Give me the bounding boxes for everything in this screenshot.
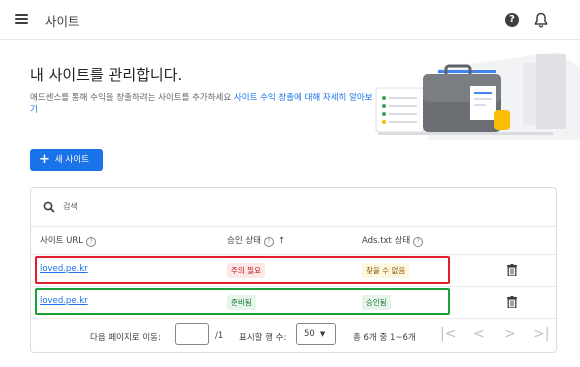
last-page-icon[interactable]: >| xyxy=(533,326,549,342)
page-number-input[interactable] xyxy=(175,323,209,345)
plus-icon: + xyxy=(39,152,50,167)
help-circle-icon[interactable]: ? xyxy=(86,237,97,247)
previous-page-icon[interactable]: < xyxy=(473,326,485,342)
next-page-icon[interactable]: > xyxy=(504,326,516,342)
delete-trash-icon[interactable] xyxy=(507,296,517,308)
column-header-approval[interactable]: 승인 상태? ↑ xyxy=(227,234,285,247)
hero-illustration xyxy=(375,52,580,140)
page-title: 사이트 xyxy=(45,14,80,29)
top-app-bar: 사이트 ? xyxy=(0,0,580,40)
search-bar[interactable]: 검색 xyxy=(31,188,556,227)
help-icon[interactable]: ? xyxy=(505,13,519,27)
divider xyxy=(31,286,556,287)
intro-desc-text: 애드센스를 통해 수익을 창출하려는 사이트를 추가하세요 xyxy=(30,93,234,103)
go-to-page-label: 다음 페이지로 이동: xyxy=(90,333,161,343)
search-icon xyxy=(43,201,55,213)
column-header-url-label: 사이트 URL xyxy=(40,236,84,246)
divider xyxy=(31,254,556,255)
sort-ascending-icon[interactable]: ↑ xyxy=(278,236,285,246)
help-circle-icon[interactable]: ? xyxy=(413,237,424,247)
rows-per-page-select[interactable]: 50 ▼ xyxy=(296,323,336,345)
new-site-button[interactable]: + 새 사이트 xyxy=(30,149,103,171)
first-page-icon[interactable]: |< xyxy=(440,326,456,342)
rows-per-page-value: 50 xyxy=(304,329,315,339)
highlight-box-green xyxy=(35,288,450,315)
total-pages: /1 xyxy=(215,331,224,341)
delete-trash-icon[interactable] xyxy=(507,264,517,276)
help-circle-icon[interactable]: ? xyxy=(263,237,274,247)
divider xyxy=(31,318,556,319)
rows-per-page-label: 표시할 행 수: xyxy=(239,333,287,343)
notifications-bell-icon[interactable] xyxy=(534,12,548,28)
menu-icon[interactable] xyxy=(15,14,28,24)
column-header-url[interactable]: 사이트 URL? xyxy=(40,234,97,247)
pagination-range: 총 6개 중 1~6개 xyxy=(353,333,416,343)
intro-description: 애드센스를 통해 수익을 창출하려는 사이트를 추가하세요 사이트 수익 창출에… xyxy=(30,92,375,116)
search-input[interactable]: 검색 xyxy=(63,201,78,212)
column-header-ads-txt-label: Ads.txt 상태 xyxy=(362,236,411,246)
new-site-label: 새 사이트 xyxy=(54,155,89,165)
highlight-box-red xyxy=(35,256,450,284)
column-header-approval-label: 승인 상태 xyxy=(227,236,261,246)
intro-headline: 내 사이트를 관리합니다. xyxy=(30,66,183,84)
dropdown-arrow-icon: ▼ xyxy=(319,330,326,338)
column-header-ads-txt[interactable]: Ads.txt 상태? xyxy=(362,234,424,247)
